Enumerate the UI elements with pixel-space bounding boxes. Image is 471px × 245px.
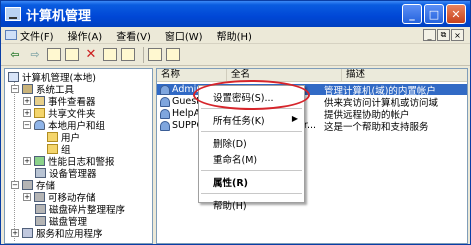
menu-item-label: 所有任务(K) [213,116,265,127]
computer-icon [8,72,19,82]
delete-icon[interactable]: ✕ [83,47,99,63]
computer-management-window: 计算机管理 _ □ ✕ 文件(F) 操作(A) 查看(V) 窗口(W) 帮助(H… [0,0,471,245]
menu-window-label: 窗口(W) [164,31,203,43]
menu-item-rename[interactable]: 重命名(M) [199,151,304,167]
tree-item-label: 设备管理器 [49,169,97,180]
storage-icon [22,180,33,190]
tree-item-label: 服务和应用程序 [36,229,103,240]
menu-separator [201,170,302,171]
export-list-icon[interactable] [148,48,162,61]
menu-help[interactable]: 帮助(H) [217,28,252,43]
expand-toggle[interactable]: + [23,97,31,105]
expand-toggle[interactable]: + [23,157,31,165]
help-icon[interactable] [166,48,180,61]
tree-item-services-apps[interactable]: + 服务和应用程序 [11,227,103,240]
menu-item-label: 设置密码(S)... [213,93,274,104]
performance-icon [34,156,45,166]
back-arrow-icon[interactable]: ⇦ [7,47,23,63]
menu-item-properties[interactable]: 属性(R) [199,174,304,190]
menu-separator [201,131,302,132]
menu-item-set-password[interactable]: 设置密码(S)... [199,89,304,105]
menu-view[interactable]: 查看(V) [116,28,151,43]
menu-item-label: 帮助(H) [213,201,247,212]
tree-pane: 计算机管理(本地) − 系统工具 + 事件查看器 + 共享文件夹 − 本地用户和… [4,68,153,244]
menu-item-label: 重命名(M) [213,155,258,166]
toolbar-separator [143,46,144,63]
window-title: 计算机管理 [26,8,92,24]
menu-item-label: 属性(R) [213,178,248,189]
tree-guide-line [14,81,15,241]
column-header-fullname[interactable]: 全名 [227,69,342,82]
forward-arrow-icon[interactable]: ⇨ [27,47,43,63]
column-header-name[interactable]: 名称 [157,69,227,82]
user-icon [160,108,170,119]
expand-toggle[interactable]: + [23,193,31,201]
refresh-icon[interactable] [121,48,135,61]
mdi-close-button[interactable]: × [451,29,464,41]
menu-bar: 文件(F) 操作(A) 查看(V) 窗口(W) 帮助(H) _ ⧉ × [1,27,470,44]
submenu-arrow-icon: ▶ [291,114,298,123]
services-icon [22,228,33,238]
show-tree-icon[interactable] [65,48,79,61]
context-menu: 设置密码(S)... 所有任务(K) ▶ 删除(D) 重命名(M) 属性(R) … [198,85,305,212]
menu-item-all-tasks[interactable]: 所有任务(K) ▶ [199,112,304,128]
up-folder-icon[interactable] [47,48,61,61]
menu-action[interactable]: 操作(A) [68,28,103,43]
menu-separator [201,108,302,109]
minimize-button[interactable]: _ [402,4,422,24]
expand-toggle[interactable]: + [11,229,19,237]
row-description: 这是一个帮助和支持服务 [324,121,429,133]
tools-icon [22,84,33,94]
menu-separator [201,193,302,194]
shared-folder-icon [34,108,45,118]
menu-item-delete[interactable]: 删除(D) [199,135,304,151]
defragmenter-icon [35,204,46,214]
menu-view-label: 查看(V) [116,31,151,43]
window-controls: _ □ ✕ [402,4,466,24]
menu-file[interactable]: 文件(F) [5,28,54,43]
expand-toggle[interactable]: + [23,109,31,117]
column-header-description[interactable]: 描述 [342,69,467,82]
menu-action-label: 操作(A) [67,31,103,43]
menu-file-label: 文件(F) [20,31,54,43]
maximize-button[interactable]: □ [424,4,444,24]
menu-help-label: 帮助(H) [216,31,252,43]
mdi-controls: _ ⧉ × [423,29,464,41]
device-manager-icon [35,168,46,178]
console-icon [5,30,17,40]
properties-icon[interactable] [103,48,117,61]
menu-item-help[interactable]: 帮助(H) [199,197,304,213]
close-button[interactable]: ✕ [446,4,466,24]
title-bar[interactable]: 计算机管理 _ □ ✕ [1,1,470,27]
users-groups-icon [34,120,45,130]
list-header: 名称 全名 描述 [157,69,467,82]
user-icon [160,120,170,131]
collapse-toggle[interactable]: − [11,85,19,93]
mdi-restore-button[interactable]: ⧉ [437,29,450,41]
menu-item-label: 删除(D) [213,139,247,150]
folder-icon [47,132,58,142]
event-viewer-icon [34,96,45,106]
collapse-toggle[interactable]: − [23,121,31,129]
removable-storage-icon [34,192,45,202]
user-icon [160,84,170,95]
menu-window[interactable]: 窗口(W) [165,28,203,43]
disk-management-icon [35,216,46,226]
mdi-minimize-button[interactable]: _ [423,29,436,41]
collapse-toggle[interactable]: − [11,181,19,189]
folder-icon [47,144,58,154]
user-icon [160,96,170,107]
computer-management-icon [5,7,21,21]
toolbar: ⇦ ⇨ ✕ [1,44,470,66]
